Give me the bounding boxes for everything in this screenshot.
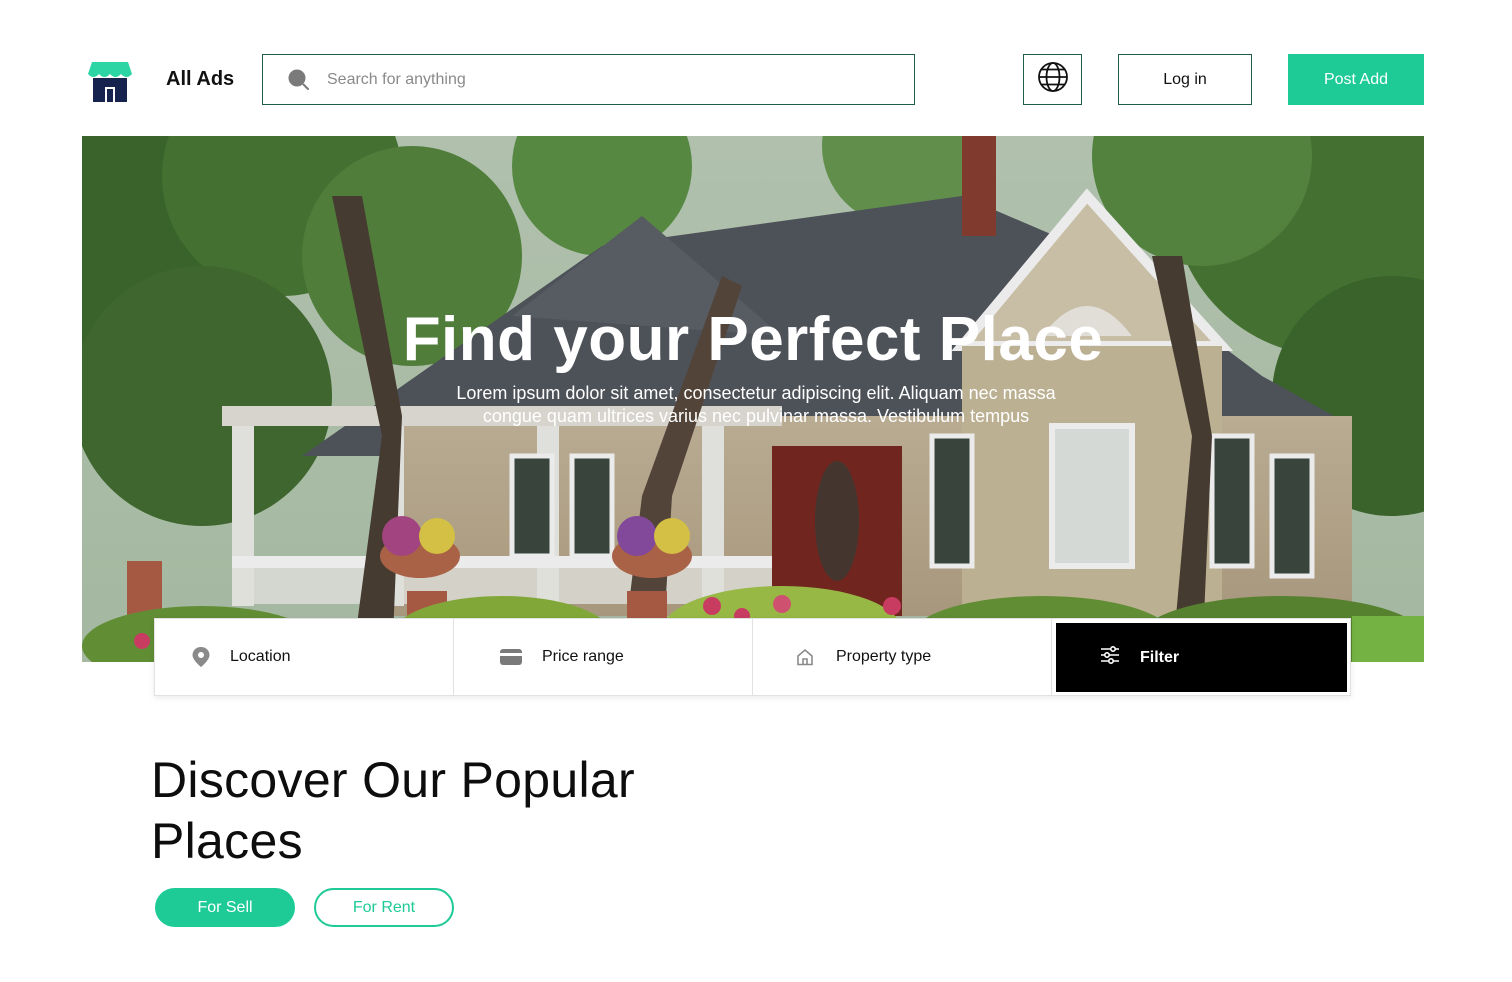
home-icon xyxy=(794,646,816,668)
globe-icon xyxy=(1037,61,1069,98)
search-input[interactable] xyxy=(327,70,887,89)
location-filter[interactable]: Location xyxy=(155,619,454,695)
filter-button[interactable]: Filter xyxy=(1056,623,1347,692)
hero-title: Find your Perfect Place xyxy=(402,305,1104,374)
search-filter-bar: Location Price range Property type Filte… xyxy=(154,618,1351,696)
price-range-label: Price range xyxy=(542,648,624,665)
sliders-icon xyxy=(1100,645,1120,670)
property-type-filter[interactable]: Property type xyxy=(753,619,1052,695)
price-range-filter[interactable]: Price range xyxy=(454,619,753,695)
tab-for-sell[interactable]: For Sell xyxy=(155,888,295,927)
post-ad-button[interactable]: Post Add xyxy=(1288,54,1424,105)
hero-banner: Find your Perfect Place Lorem ipsum dolo… xyxy=(82,136,1424,662)
property-type-label: Property type xyxy=(836,648,932,665)
language-button[interactable] xyxy=(1023,54,1082,105)
filter-label: Filter xyxy=(1140,648,1180,666)
location-label: Location xyxy=(230,648,291,665)
login-button[interactable]: Log in xyxy=(1118,54,1252,105)
hero-subtitle: Lorem ipsum dolor sit amet, consectetur … xyxy=(456,383,1056,426)
section-title: Discover Our Popular Places xyxy=(151,752,635,869)
brand-name[interactable]: All Ads xyxy=(166,68,234,91)
map-pin-icon xyxy=(190,646,212,668)
credit-card-icon xyxy=(500,646,522,668)
search-bar[interactable] xyxy=(262,54,915,105)
tab-for-rent[interactable]: For Rent xyxy=(314,888,454,927)
search-icon xyxy=(287,68,311,92)
logo-storefront-icon[interactable] xyxy=(88,60,132,102)
